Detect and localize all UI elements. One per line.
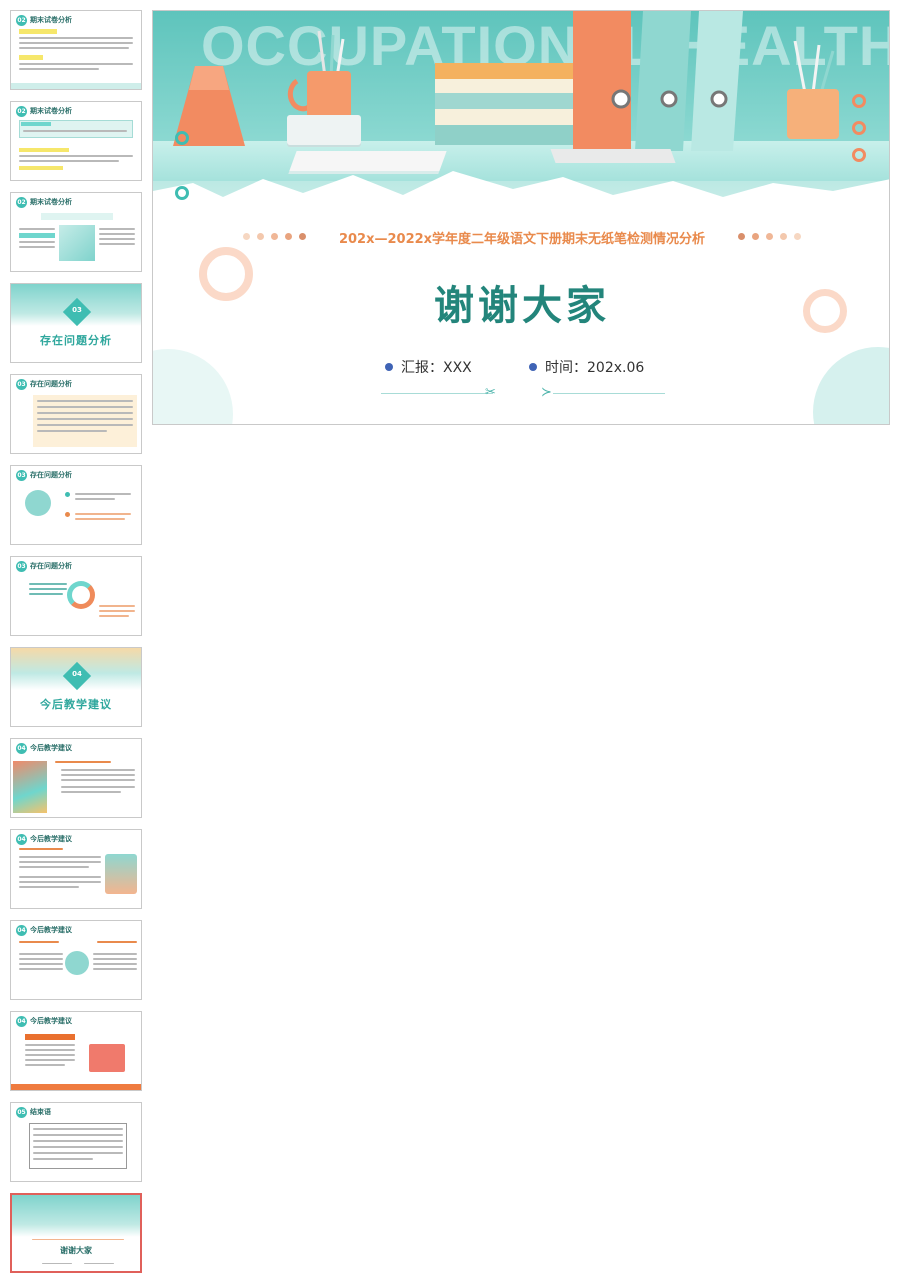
thumbnail-title: 谢谢大家	[60, 1246, 92, 1255]
thumbnail-title: 结束语	[30, 1107, 51, 1116]
slide-thumbnail-10[interactable]: 04 今后教学建议	[10, 829, 142, 909]
slide-thumbnail-1[interactable]: 02 期末试卷分析	[10, 10, 142, 90]
thumbnail-badge: 04	[16, 743, 27, 754]
main-slide-canvas[interactable]: OCCUPATIONAL HEALTH 202x—2022x学年度二年级语文下册…	[152, 10, 890, 425]
decorative-circle-corner	[813, 347, 889, 424]
thumbnail-badge: 04	[16, 1016, 27, 1027]
thumbnail-badge: 05	[16, 1107, 27, 1118]
thumbnail-badge: 02	[16, 15, 27, 26]
decorative-ring	[175, 131, 189, 145]
thumbnail-badge: 03	[16, 561, 27, 572]
thumbnail-badge: 03	[16, 470, 27, 481]
thumbnail-title: 今后教学建议	[30, 834, 72, 843]
slide-thumbnail-2[interactable]: 02 期末试卷分析	[10, 101, 142, 181]
thumbnail-badge: 02	[16, 106, 27, 117]
thumbnail-title: 期末试卷分析	[30, 15, 72, 24]
divider-left	[381, 393, 493, 394]
decorative-circle-corner	[153, 349, 233, 424]
slide-thumbnail-7[interactable]: 03 存在问题分析	[10, 556, 142, 636]
thumbnail-title: 存在问题分析	[30, 561, 72, 570]
reporter-text: 汇报：XXX	[401, 360, 472, 376]
thumbnail-title: 存在问题分析	[30, 470, 72, 479]
slide-thumbnail-8[interactable]: 04 今后教学建议	[10, 647, 142, 727]
highlight	[19, 29, 57, 34]
arrow-icon: ≻	[541, 385, 552, 400]
small-box-illustration	[287, 115, 361, 145]
pencil-cup-illustration	[287, 30, 363, 123]
thumbnail-title: 今后教学建议	[30, 743, 72, 752]
thumbnail-title: 期末试卷分析	[30, 197, 72, 206]
thumbnail-title: 期末试卷分析	[30, 106, 72, 115]
bullet-dot	[385, 363, 393, 371]
section-title: 今后教学建议	[40, 698, 112, 711]
decorative-ring	[852, 121, 866, 135]
decorative-ring	[175, 186, 189, 200]
scissor-icon: ✂	[485, 385, 496, 400]
thumbnail-badge: 03	[16, 379, 27, 390]
thumbnail-title: 今后教学建议	[30, 1016, 72, 1025]
subtitle-row: 202x—2022x学年度二年级语文下册期末无纸笔检测情况分析	[153, 227, 889, 247]
binders-illustration	[573, 11, 783, 161]
slide-subtitle: 202x—2022x学年度二年级语文下册期末无纸笔检测情况分析	[338, 232, 706, 247]
slide-thumbnail-12[interactable]: 04 今后教学建议	[10, 1011, 142, 1091]
thumbnail-badge: 04	[16, 925, 27, 936]
divider-right	[553, 393, 665, 394]
slide-thumbnail-11[interactable]: 04 今后教学建议	[10, 920, 142, 1000]
section-number: 03	[72, 306, 82, 314]
time-info: 时间：202x.06	[529, 357, 644, 377]
section-title: 存在问题分析	[40, 334, 112, 347]
thumbnail-badge: 02	[16, 197, 27, 208]
paint-splash-edge	[153, 171, 889, 231]
thumbnail-badge: 04	[16, 834, 27, 845]
thumbnail-title: 今后教学建议	[30, 925, 72, 934]
time-text: 时间：202x.06	[545, 360, 645, 376]
slide-thumbnail-6[interactable]: 03 存在问题分析	[10, 465, 142, 545]
slide-title: 谢谢大家	[434, 283, 610, 329]
section-number: 04	[72, 670, 82, 678]
decorative-ring	[852, 148, 866, 162]
slide-thumbnail-rail: 02 期末试卷分析 02 期末试卷分析 02 期末试卷分析 03 存在问题分析 …	[0, 0, 150, 1286]
slide-thumbnail-5[interactable]: 03 存在问题分析	[10, 374, 142, 454]
decorative-ring	[852, 94, 866, 108]
hero-illustration: OCCUPATIONAL HEALTH	[153, 11, 889, 231]
slide-thumbnail-3[interactable]: 02 期末试卷分析	[10, 192, 142, 272]
pencil-cup-right-illustration	[781, 40, 845, 141]
thumbnail-title: 存在问题分析	[30, 379, 72, 388]
slide-thumbnail-13[interactable]: 05 结束语	[10, 1102, 142, 1182]
slide-thumbnail-9[interactable]: 04 今后教学建议	[10, 738, 142, 818]
slide-thumbnail-14[interactable]: 谢谢大家	[10, 1193, 142, 1273]
book-stack-illustration	[435, 63, 577, 145]
bullet-dot	[529, 363, 537, 371]
reporter-info: 汇报：XXX	[385, 357, 472, 377]
slide-thumbnail-4[interactable]: 03 存在问题分析	[10, 283, 142, 363]
